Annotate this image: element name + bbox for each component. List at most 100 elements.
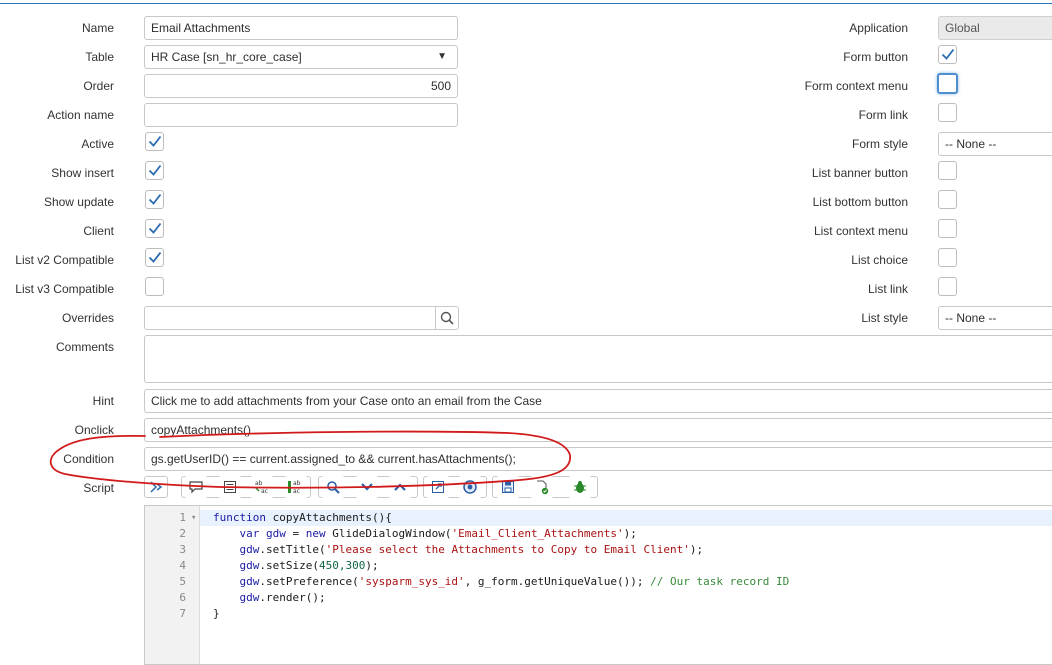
list-banner-button-checkbox[interactable] xyxy=(938,161,957,180)
order-label: Order xyxy=(83,79,114,93)
table-select[interactable]: HR Case [sn_hr_core_case] ▼ xyxy=(144,45,458,69)
find-previous-button[interactable] xyxy=(388,476,412,498)
script-label: Script xyxy=(83,481,114,495)
form-style-select[interactable]: -- None -- xyxy=(938,132,1052,156)
order-field[interactable]: 500 xyxy=(144,74,458,98)
list-choice-label: List choice xyxy=(851,253,908,267)
hint-field[interactable]: Click me to add attachments from your Ca… xyxy=(144,389,1052,413)
show-update-checkbox[interactable] xyxy=(145,190,164,209)
help-icon xyxy=(463,480,477,494)
comment-button[interactable] xyxy=(184,476,208,498)
form-context-menu-checkbox[interactable] xyxy=(937,73,958,94)
list-style-select[interactable]: -- None -- xyxy=(938,306,1052,330)
checkmark-icon xyxy=(148,193,162,205)
svg-text:ac: ac xyxy=(261,488,268,495)
replace-button[interactable]: ab ac xyxy=(250,476,274,498)
list-v2-label: List v2 Compatible xyxy=(15,253,114,267)
chevron-down-icon xyxy=(361,483,373,491)
list-link-label: List link xyxy=(867,282,908,296)
client-checkbox[interactable] xyxy=(145,219,164,238)
form-link-checkbox[interactable] xyxy=(938,103,957,122)
show-insert-label: Show insert xyxy=(51,166,114,180)
code-line: gdw.setSize(450,300); xyxy=(239,559,379,572)
search-icon xyxy=(327,481,340,494)
form-button-label: Form button xyxy=(843,50,908,64)
chevron-up-icon xyxy=(394,483,406,491)
table-label: Table xyxy=(85,50,114,64)
list-v3-label: List v3 Compatible xyxy=(15,282,114,296)
name-field[interactable]: Email Attachments xyxy=(144,16,458,40)
checkmark-icon xyxy=(148,251,162,263)
svg-text:ab: ab xyxy=(255,480,263,487)
toggle-syntax-button[interactable] xyxy=(144,476,168,498)
search-code-button[interactable] xyxy=(321,476,345,498)
line-number: 4 xyxy=(179,559,186,572)
line-number: 2 xyxy=(179,527,186,540)
replace-all-button[interactable]: ab ac xyxy=(284,476,308,498)
condition-label: Condition xyxy=(63,452,114,466)
code-line: gdw.setPreference('sysparm_sys_id', g_fo… xyxy=(239,575,790,588)
open-window-icon xyxy=(432,481,444,493)
show-update-label: Show update xyxy=(43,195,114,209)
list-context-menu-checkbox[interactable] xyxy=(938,219,957,238)
list-choice-checkbox[interactable] xyxy=(938,248,957,267)
comments-label: Comments xyxy=(55,340,114,354)
client-label: Client xyxy=(83,224,114,238)
script-editor[interactable]: 1 ▾ 2 3 4 5 6 7 function copyAttachments… xyxy=(144,505,1052,665)
fold-marker-icon[interactable]: ▾ xyxy=(191,510,196,526)
table-select-value: HR Case [sn_hr_core_case] xyxy=(151,50,302,64)
checkmark-icon xyxy=(941,48,955,60)
list-v3-checkbox[interactable] xyxy=(145,277,164,296)
editor-gutter xyxy=(145,506,200,664)
line-number: 1 xyxy=(179,511,186,524)
condition-field[interactable]: gs.getUserID() == current.assigned_to &&… xyxy=(144,447,1052,471)
form-button-checkbox[interactable] xyxy=(938,45,957,64)
check-syntax-button[interactable] xyxy=(530,476,554,498)
onclick-field[interactable]: copyAttachments() xyxy=(144,418,1052,442)
action-name-label: Action name xyxy=(47,108,114,122)
chevron-down-icon: ▼ xyxy=(437,51,447,62)
list-v2-checkbox[interactable] xyxy=(145,248,164,267)
bug-icon xyxy=(574,481,586,493)
list-style-label: List style xyxy=(861,311,908,325)
checkmark-icon xyxy=(148,222,162,234)
save-button[interactable] xyxy=(496,476,520,498)
form-link-label: Form link xyxy=(858,108,908,122)
comment-icon xyxy=(189,481,203,494)
list-banner-button-label: List banner button xyxy=(811,166,908,180)
find-next-button[interactable] xyxy=(355,476,379,498)
checkmark-icon xyxy=(148,164,162,176)
active-checkbox[interactable] xyxy=(145,132,164,151)
top-border xyxy=(0,0,1052,4)
name-label: Name xyxy=(81,21,114,35)
action-name-field[interactable] xyxy=(144,103,458,127)
replace-all-icon: abac xyxy=(288,480,301,495)
active-label: Active xyxy=(81,137,114,151)
line-number: 6 xyxy=(179,591,186,604)
format-code-button[interactable] xyxy=(218,476,242,498)
save-icon xyxy=(502,481,514,493)
line-number: 7 xyxy=(179,607,186,620)
form-style-label: Form style xyxy=(851,137,908,151)
svg-text:ab: ab xyxy=(293,480,301,487)
debug-button[interactable] xyxy=(568,476,592,498)
search-icon xyxy=(440,311,454,325)
list-link-checkbox[interactable] xyxy=(938,277,957,296)
overrides-search-button[interactable] xyxy=(435,306,459,330)
list-bottom-button-label: List bottom button xyxy=(812,195,908,209)
code-line: } xyxy=(213,607,220,620)
svg-text:ac: ac xyxy=(293,488,300,495)
syntax-toggle-icon xyxy=(150,481,163,493)
overrides-field[interactable] xyxy=(144,306,436,330)
help-button[interactable] xyxy=(458,476,482,498)
hint-label: Hint xyxy=(92,394,114,408)
code-line: gdw.setTitle('Please select the Attachme… xyxy=(239,543,704,556)
list-bottom-button-checkbox[interactable] xyxy=(938,190,957,209)
comments-field[interactable] xyxy=(144,335,1052,383)
code-line: var gdw = new GlideDialogWindow('Email_C… xyxy=(239,527,637,540)
line-number: 3 xyxy=(179,543,186,556)
code-line: gdw.render(); xyxy=(239,591,326,604)
format-icon xyxy=(224,481,236,493)
show-insert-checkbox[interactable] xyxy=(145,161,164,180)
script-debugger-button[interactable] xyxy=(426,476,450,498)
